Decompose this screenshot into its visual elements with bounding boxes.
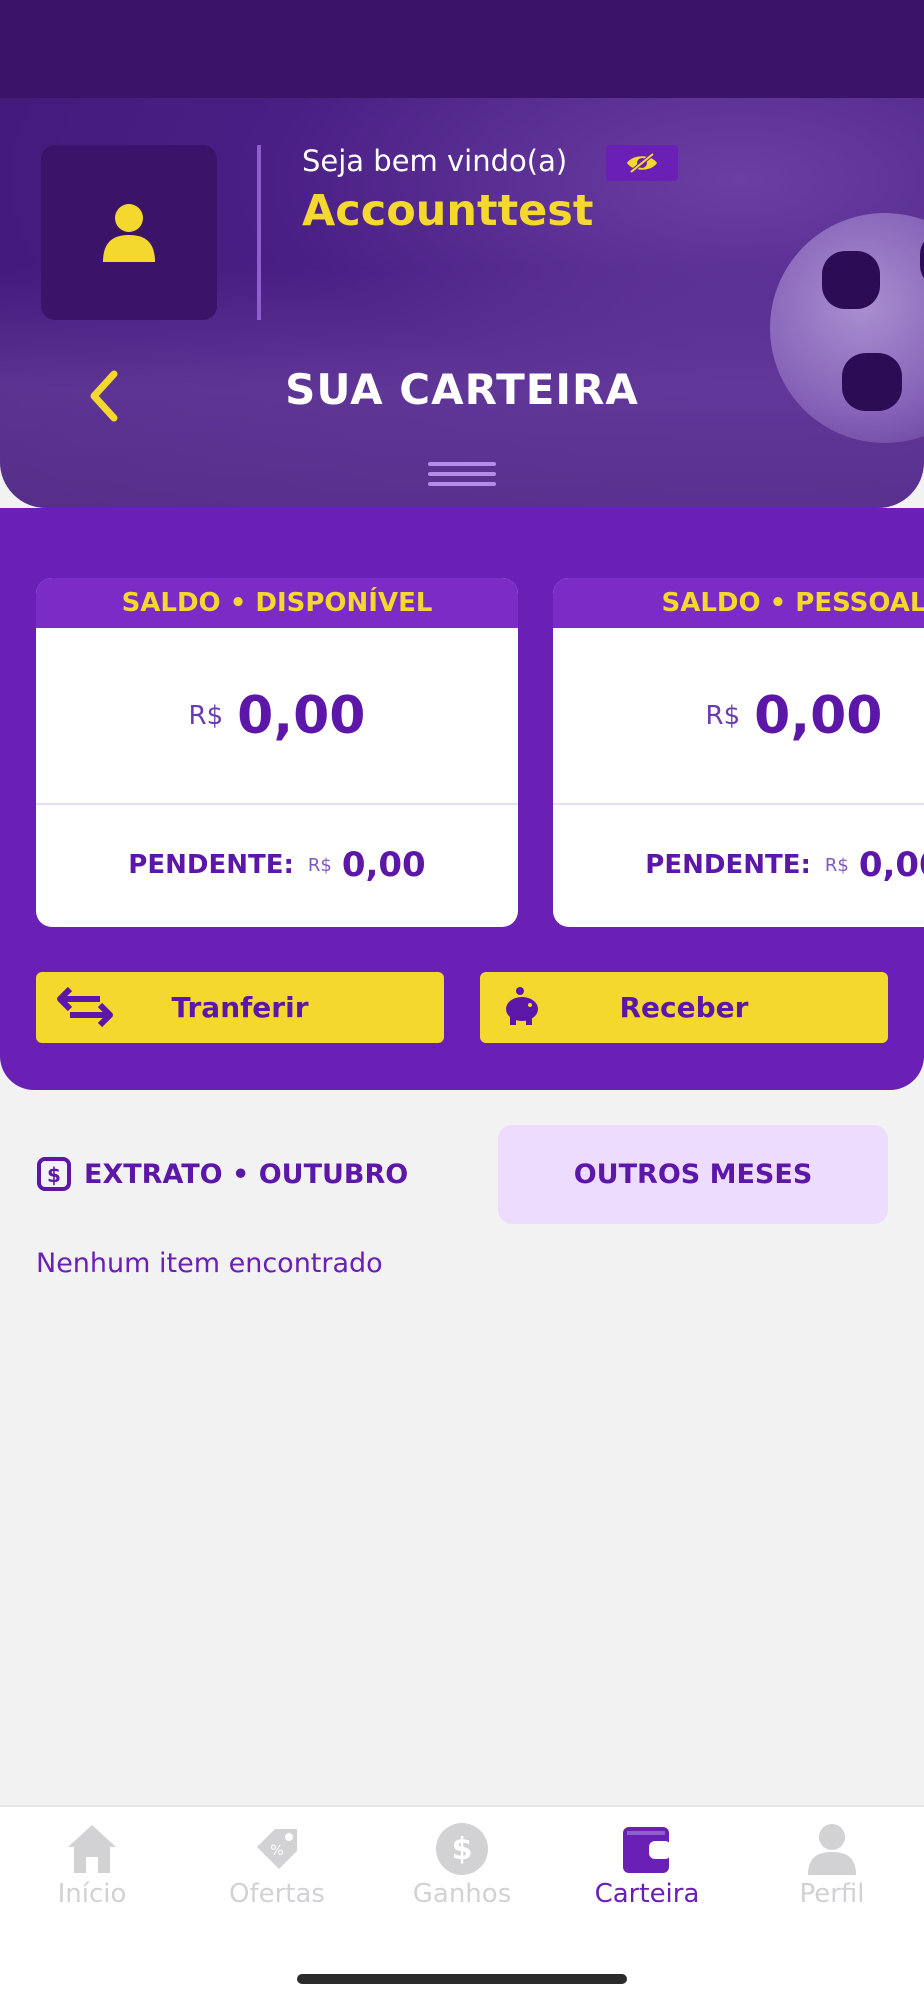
nav-label: Início [57, 1879, 127, 1909]
statement-title: EXTRATO • OUTUBRO [84, 1158, 409, 1190]
svg-text:$: $ [47, 1163, 61, 1187]
nav-label: Ganhos [412, 1879, 512, 1909]
card-pending: PENDENTE: R$ 0,00 [36, 805, 518, 925]
statement-header: $ EXTRATO • OUTUBRO [36, 1156, 408, 1192]
home-indicator [297, 1974, 627, 1984]
transfer-button[interactable]: Tranferir [36, 972, 444, 1043]
nav-item-ofertas[interactable]: % Ofertas [185, 1821, 369, 1909]
nav-item-inicio[interactable]: Início [0, 1821, 184, 1909]
balance-value: 0,00 [754, 685, 883, 746]
card-title: SALDO • PESSOAL [553, 578, 924, 628]
hide-balance-toggle[interactable] [606, 145, 678, 181]
transfer-arrows-icon [57, 986, 113, 1028]
dollar-icon: $ [436, 1823, 488, 1875]
currency-symbol: R$ [188, 700, 224, 731]
dollar-box-icon: $ [37, 1157, 71, 1191]
wallet-icon [623, 1827, 671, 1873]
svg-text:$: $ [452, 1832, 473, 1867]
nav-label: Ofertas [229, 1879, 325, 1909]
pending-currency: R$ [824, 854, 849, 876]
pending-label: PENDENTE: [128, 850, 294, 880]
tag-icon: % [257, 1829, 297, 1869]
balance-card-available[interactable]: SALDO • DISPONÍVEL R$ 0,00 PENDENTE: R$ … [36, 578, 518, 927]
pending-value: 0,00 [341, 845, 426, 885]
receive-button[interactable]: Receber [480, 972, 888, 1043]
card-pending: PENDENTE: R$ 0,00 [553, 805, 924, 925]
page-title: SUA CARTEIRA [285, 365, 639, 414]
pending-currency: R$ [307, 854, 332, 876]
nav-item-carteira[interactable]: Carteira [555, 1821, 739, 1909]
bottom-nav: Início % Ofertas $ Ganhos Carteira Perfi… [0, 1805, 924, 2002]
pending-value: 0,00 [858, 845, 924, 885]
svg-text:%: % [270, 1843, 283, 1859]
home-icon [68, 1825, 116, 1873]
status-bar [0, 0, 924, 98]
empty-message: Nenhum item encontrado [36, 1248, 383, 1279]
user-icon [808, 1824, 856, 1875]
pending-label: PENDENTE: [645, 850, 811, 880]
piggy-bank-icon [506, 987, 538, 1025]
balance-value: 0,00 [237, 685, 366, 746]
avatar[interactable] [41, 145, 217, 320]
drawer-handle[interactable] [428, 462, 496, 492]
card-amount: R$ 0,00 [553, 628, 924, 805]
nav-label: Perfil [799, 1879, 865, 1909]
card-amount: R$ 0,00 [36, 628, 518, 805]
nav-item-ganhos[interactable]: $ Ganhos [370, 1821, 554, 1909]
balance-card-personal[interactable]: SALDO • PESSOAL R$ 0,00 PENDENTE: R$ 0,0… [553, 578, 924, 927]
welcome-text: Seja bem vindo(a) [302, 144, 568, 178]
header-divider [257, 145, 261, 320]
user-icon [103, 203, 155, 262]
eye-slash-icon [627, 152, 657, 174]
username: Accounttest [302, 186, 594, 236]
currency-symbol: R$ [705, 700, 741, 731]
nav-label: Carteira [594, 1879, 700, 1909]
nav-item-perfil[interactable]: Perfil [740, 1821, 924, 1909]
other-months-button[interactable]: OUTROS MESES [498, 1125, 888, 1224]
card-title: SALDO • DISPONÍVEL [36, 578, 518, 628]
